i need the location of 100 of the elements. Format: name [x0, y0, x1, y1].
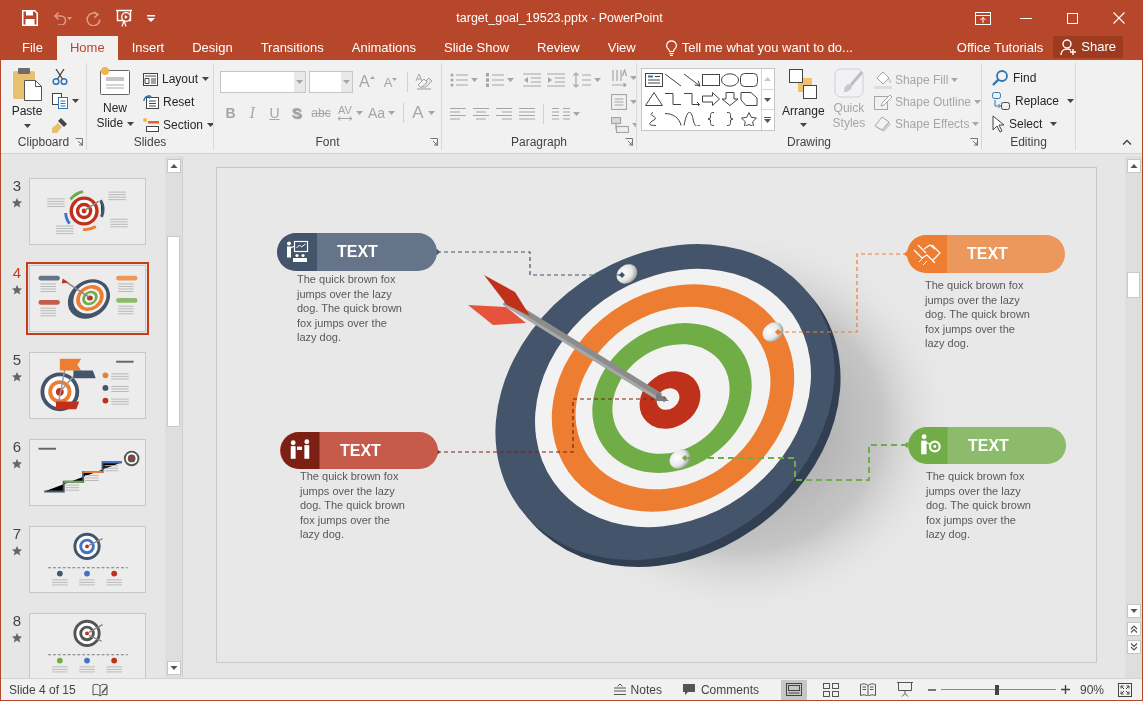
rectangle-shape-icon[interactable]: [701, 72, 720, 87]
plus-icon[interactable]: [1060, 685, 1070, 694]
scrollbar-thumb[interactable]: [1127, 272, 1140, 298]
ribbon-tab[interactable]: Design: [178, 36, 247, 60]
share-button[interactable]: Share: [1053, 36, 1123, 58]
section-icon: [143, 118, 159, 132]
ribbon-tab[interactable]: View: [593, 36, 650, 60]
scroll-up-icon[interactable]: [1126, 159, 1141, 173]
caret-icon: [573, 112, 580, 116]
reset-button[interactable]: Reset: [143, 91, 213, 113]
group-label: Slides: [133, 135, 167, 150]
copy-icon[interactable]: [52, 93, 68, 109]
slide-thumbnail[interactable]: [26, 436, 149, 509]
maximize-icon[interactable]: [1067, 12, 1078, 24]
double-arrow-icon: [337, 116, 353, 121]
ribbon-tab[interactable]: Slide Show: [430, 36, 524, 60]
ribbon-tab[interactable]: Animations: [337, 36, 431, 60]
save-icon[interactable]: [22, 10, 38, 26]
fit-to-window-icon[interactable]: [1118, 682, 1132, 697]
scissors-icon[interactable]: [52, 69, 68, 85]
account-name[interactable]: Office Tutorials: [956, 38, 1044, 58]
slideshow-icon[interactable]: [115, 9, 133, 27]
caret-icon: [207, 123, 213, 127]
next-slide-icon[interactable]: [1126, 640, 1141, 654]
gallery-down-icon[interactable]: [764, 97, 772, 102]
slide-thumbnail[interactable]: [26, 349, 149, 422]
gallery-more-icon[interactable]: [764, 117, 772, 124]
font-size-field[interactable]: [309, 71, 353, 93]
ribbon-tab[interactable]: Transitions: [246, 36, 338, 60]
star-shape-icon[interactable]: [740, 112, 759, 127]
slide-thumbnail[interactable]: [26, 262, 149, 335]
slide-thumbnail[interactable]: [26, 610, 149, 678]
down-arrow-shape-icon[interactable]: [721, 92, 739, 107]
caret-icon: [471, 78, 478, 82]
callout-text: The quick brown fox jumps over the lazy dog. The quick brown fox jumps over the lazy dog.: [926, 469, 1032, 542]
ribbon-tab[interactable]: Home: [56, 36, 118, 60]
arrange-button[interactable]: Arrange: [781, 68, 825, 127]
slide-thumbnail[interactable]: [26, 175, 149, 248]
minimize-icon[interactable]: [1020, 17, 1032, 19]
select-button[interactable]: Select: [992, 112, 1058, 135]
layout-button[interactable]: Layout: [143, 68, 213, 90]
caret-icon: [343, 80, 350, 84]
caret-icon: [1067, 98, 1075, 103]
ribbon-tab[interactable]: Insert: [117, 36, 179, 60]
slide-counter: Slide 4 of 15: [9, 681, 76, 699]
dialog-launcher-icon[interactable]: [625, 138, 633, 147]
rounded-rectangle-shape-icon[interactable]: [740, 72, 759, 87]
line-shape-icon[interactable]: [663, 72, 682, 87]
normal-view-button[interactable]: [780, 679, 807, 700]
proofing-icon[interactable]: [91, 682, 108, 697]
scroll-up-icon[interactable]: [166, 159, 181, 173]
oval-shape-icon[interactable]: [721, 72, 739, 87]
section-button[interactable]: Section: [143, 114, 213, 135]
caret-icon: [974, 100, 981, 104]
previous-slide-icon[interactable]: [1126, 622, 1141, 636]
notes-button[interactable]: Notes: [613, 680, 662, 699]
scroll-down-icon[interactable]: [166, 661, 181, 675]
elbow-arrow-connector-icon[interactable]: [682, 92, 701, 107]
close-icon[interactable]: [1113, 12, 1125, 24]
caret-icon: [23, 124, 31, 128]
ribbon-tab[interactable]: Review: [523, 36, 594, 60]
callout-title: TEXT: [967, 435, 1009, 456]
caret-icon: [428, 111, 436, 115]
elbow-connector-icon[interactable]: [663, 92, 682, 107]
freeform-shape-icon[interactable]: [740, 92, 759, 107]
zoom-level[interactable]: 90%: [1079, 680, 1104, 699]
customize-icon[interactable]: [147, 14, 155, 22]
shapes-gallery[interactable]: [641, 68, 775, 131]
window-title: target_goal_19523.pptx - PowerPoint: [456, 9, 664, 27]
replace-button[interactable]: Replace: [992, 89, 1075, 112]
zoom-thumb[interactable]: [995, 684, 1000, 695]
paintbrush-icon[interactable]: [52, 117, 68, 133]
slide-thumbnail[interactable]: [26, 523, 149, 596]
dialog-launcher-icon[interactable]: [75, 138, 83, 147]
dialog-launcher-icon[interactable]: [430, 138, 438, 147]
right-arrow-shape-icon[interactable]: [701, 92, 720, 107]
curve-icon[interactable]: [682, 112, 701, 127]
ribbon-tab[interactable]: File: [8, 36, 57, 60]
find-button[interactable]: Find: [992, 66, 1037, 89]
minus-icon[interactable]: [927, 688, 936, 691]
tell-me-field[interactable]: Tell me what you want to do...: [681, 38, 882, 58]
dialog-launcher-icon[interactable]: [970, 138, 978, 147]
scroll-down-icon[interactable]: [1126, 604, 1141, 618]
slide-number: 7: [12, 525, 22, 542]
collapse-ribbon-icon[interactable]: [1122, 139, 1132, 145]
paste-button[interactable]: Paste: [10, 67, 44, 128]
new-slide-button[interactable]: New Slide: [95, 67, 135, 131]
slide-show-icon: [896, 682, 913, 697]
zoom-slider[interactable]: [940, 684, 1056, 695]
scrollbar-thumb[interactable]: [167, 236, 180, 427]
ribbon-display-options-icon[interactable]: [975, 11, 991, 25]
arc-icon[interactable]: [663, 112, 682, 127]
triangle-shape-icon[interactable]: [644, 92, 663, 107]
callout-title: TEXT: [966, 244, 1008, 264]
arrow-shape-icon[interactable]: [682, 72, 701, 87]
font-name-field[interactable]: [220, 71, 306, 93]
target-hole: [616, 264, 638, 284]
text-box-shape-icon[interactable]: [644, 72, 663, 87]
comments-button[interactable]: Comments: [681, 680, 759, 699]
caret-icon: [507, 78, 514, 82]
